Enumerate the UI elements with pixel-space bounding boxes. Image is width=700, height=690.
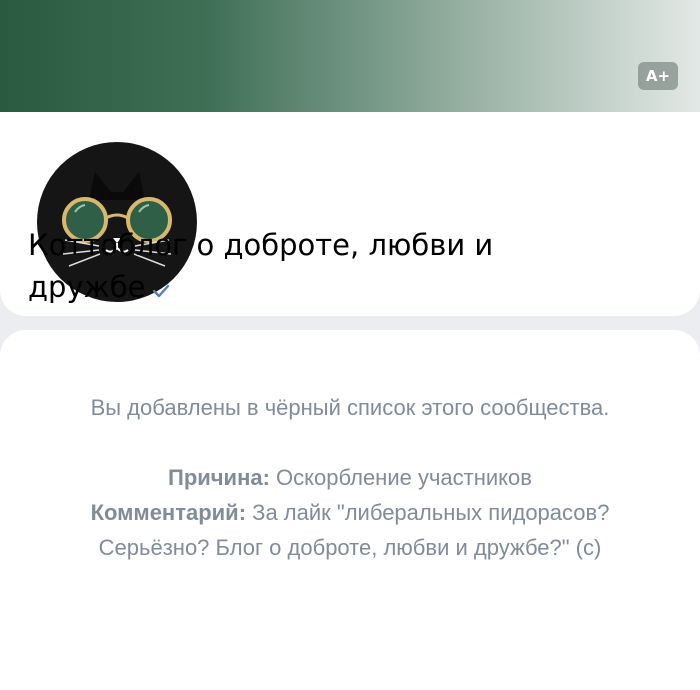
reason-label: Причина: <box>168 465 270 490</box>
font-size-button[interactable]: A+ <box>638 62 678 90</box>
reason-value: Оскорбление участников <box>276 465 532 490</box>
comment-line: Комментарий: За лайк "либеральных пидора… <box>50 495 650 565</box>
reason-line: Причина: Оскорбление участников <box>50 460 650 495</box>
blacklist-message: Вы добавлены в чёрный список этого сообщ… <box>50 390 650 565</box>
blacklist-intro: Вы добавлены в чёрный список этого сообщ… <box>90 395 610 420</box>
comment-label: Комментарий: <box>90 500 247 525</box>
community-title: Коттоблог о доброте, любви и дружбе <box>28 224 588 310</box>
community-title-text: Коттоблог о доброте, любви и дружбе <box>28 228 494 304</box>
checkmark-icon <box>151 268 171 310</box>
cover-image <box>0 0 700 112</box>
